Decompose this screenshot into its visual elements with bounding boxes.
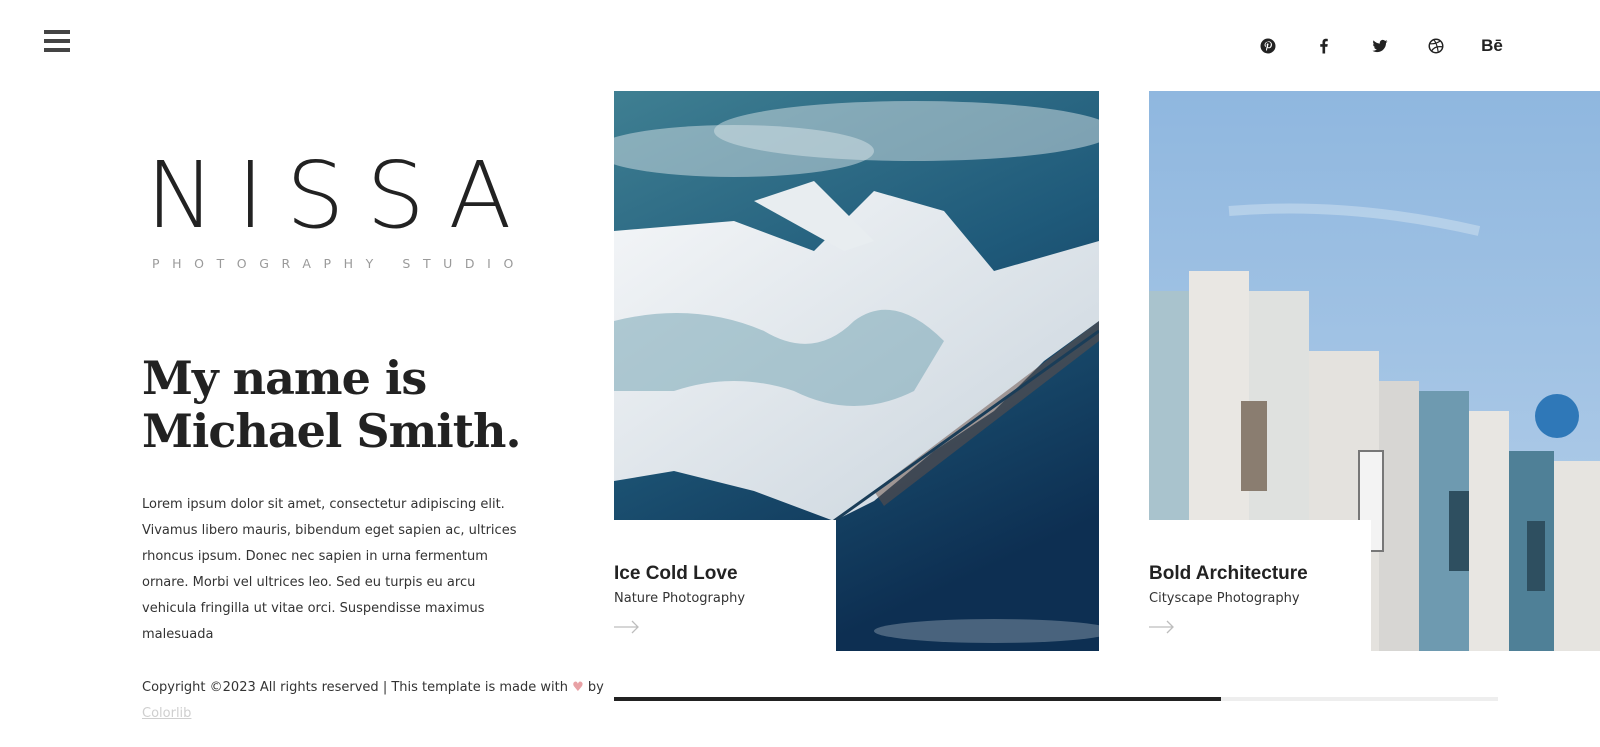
heart-icon: ♥	[572, 680, 584, 695]
card-caption: Ice Cold Love Nature Photography	[614, 520, 836, 651]
slider-progress-fill	[614, 697, 1222, 701]
slider-progress-bar[interactable]	[614, 697, 1498, 701]
pinterest-icon[interactable]	[1256, 34, 1280, 58]
card-category: Cityscape Photography	[1149, 591, 1300, 606]
social-links: Bē	[1224, 34, 1504, 58]
card-title[interactable]: Ice Cold Love	[614, 563, 836, 585]
facebook-icon[interactable]	[1312, 34, 1336, 58]
copyright-text: Copyright ©2023 All rights reserved | Th…	[142, 680, 568, 695]
card-category: Nature Photography	[614, 591, 746, 606]
site-logo[interactable]: NISSA PHOTOGRAPHY STUDIO	[146, 142, 534, 272]
gallery-card-ice-cold-love[interactable]: Ice Cold Love Nature Photography	[614, 91, 1099, 651]
twitter-icon[interactable]	[1368, 34, 1392, 58]
by-text: by	[587, 680, 604, 695]
brand-name: NISSA	[146, 142, 534, 249]
colorlib-link[interactable]: Colorlib	[142, 706, 191, 721]
hero-headline: My name is Michael Smith.	[142, 351, 521, 458]
card-caption: Bold Architecture Cityscape Photography	[1149, 520, 1371, 651]
gallery-card-bold-architecture[interactable]: Bold Architecture Cityscape Photography	[1149, 91, 1600, 651]
arrow-right-icon[interactable]	[1149, 620, 1175, 634]
hamburger-icon[interactable]	[44, 30, 70, 52]
brand-tagline: PHOTOGRAPHY STUDIO	[152, 256, 526, 271]
intro-text: Lorem ipsum dolor sit amet, consectetur …	[142, 497, 517, 642]
footer-copyright: Copyright ©2023 All rights reserved | Th…	[142, 675, 604, 727]
arrow-right-icon[interactable]	[614, 620, 640, 634]
behance-icon[interactable]: Bē	[1480, 34, 1504, 58]
dribbble-icon[interactable]	[1424, 34, 1448, 58]
headline-line-1: My name is	[142, 351, 427, 405]
card-title[interactable]: Bold Architecture	[1149, 563, 1371, 585]
headline-line-2: Michael Smith.	[142, 404, 521, 458]
